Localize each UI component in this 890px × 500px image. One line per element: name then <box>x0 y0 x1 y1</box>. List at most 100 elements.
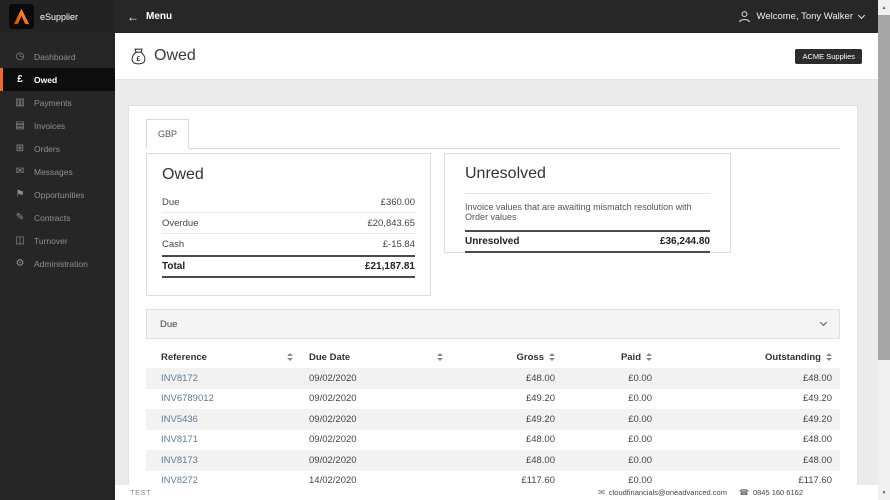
sidebar-item-label: Turnover <box>34 235 68 246</box>
content-card: GBP Owed Due £360.00 Overdue £20,843.65 … <box>128 105 858 485</box>
sidebar-item-messages[interactable]: ✉ Messages <box>0 160 115 183</box>
cell-paid: £0.00 <box>628 413 652 425</box>
cell-outstanding: £48.00 <box>802 372 832 384</box>
divider <box>465 193 710 194</box>
footer-contacts: ✉ cloudfinancials@oneadvanced.com ☎ 0845… <box>598 488 803 497</box>
sort-icon[interactable] <box>549 353 555 361</box>
sidebar-item-payments[interactable]: ▥ Payments <box>0 91 115 114</box>
payments-icon: ▥ <box>15 96 25 108</box>
sidebar-item-label: Invoices <box>34 120 66 131</box>
sidebar-item-dashboard[interactable]: ◷ Dashboard <box>0 45 115 68</box>
column-header-gross[interactable]: Gross <box>451 352 563 363</box>
phone-icon: ☎ <box>738 488 749 497</box>
content-area: GBP Owed Due £360.00 Overdue £20,843.65 … <box>115 80 878 485</box>
sidebar-item-label: Payments <box>34 97 72 108</box>
sort-icon[interactable] <box>437 353 443 361</box>
currency-tabs: GBP <box>146 119 840 149</box>
invoice-link[interactable]: INV8172 <box>161 373 198 384</box>
stat-label: Cash <box>162 239 185 250</box>
sidebar-item-invoices[interactable]: ▤ Invoices <box>0 114 115 137</box>
sort-icon[interactable] <box>287 353 293 361</box>
scroll-down-button[interactable]: ▼ <box>878 486 890 499</box>
footer: TEST ✉ cloudfinancials@oneadvanced.com ☎… <box>115 485 878 500</box>
user-menu[interactable]: Welcome, Tony Walker <box>738 10 878 23</box>
cell-outstanding: £117.60 <box>798 475 832 485</box>
cell-gross: £48.00 <box>525 372 555 384</box>
sidebar-item-owed[interactable]: £ Owed <box>0 68 115 91</box>
stat-value: £360.00 <box>380 196 415 208</box>
cell-gross: £48.00 <box>525 434 555 446</box>
table-row: INV8171 09/02/2020 £48.00 £0.00 £48.00 <box>146 430 840 451</box>
stat-label: Due <box>162 196 180 208</box>
stat-label: Overdue <box>162 217 199 229</box>
vertical-scrollbar[interactable]: ▲ ▼ <box>878 0 890 500</box>
column-header-due-date[interactable]: Due Date <box>301 352 451 363</box>
cell-gross: £117.60 <box>521 475 555 485</box>
cell-paid: £0.00 <box>628 475 652 485</box>
cell-due-date: 09/02/2020 <box>309 454 357 466</box>
cell-paid: £0.00 <box>628 393 652 405</box>
cell-reference: INV6789012 <box>146 393 301 404</box>
table-row: INV5436 09/02/2020 £49.20 £0.00 £49.20 <box>146 409 840 430</box>
sort-icon[interactable] <box>646 353 652 361</box>
due-table-body: INV8172 09/02/2020 £48.00 £0.00 £48.00 I… <box>146 368 840 485</box>
cell-due-date: 09/02/2020 <box>309 413 357 425</box>
sidebar-item-label: Dashboard <box>34 51 76 62</box>
owed-panel: Owed Due £360.00 Overdue £20,843.65 Cash… <box>146 153 431 296</box>
stat-value: £-15.84 <box>382 239 415 250</box>
turnover-icon: ◫ <box>15 234 25 246</box>
cell-paid: £0.00 <box>628 434 652 446</box>
app-name: eSupplier <box>40 11 79 22</box>
cell-due-date: 09/02/2020 <box>309 434 357 446</box>
cell-gross: £48.00 <box>525 454 555 466</box>
sidebar-item-orders[interactable]: ⊞ Orders <box>0 137 115 160</box>
menu-button[interactable]: ← Menu <box>127 11 172 23</box>
invoice-link[interactable]: INV5436 <box>161 414 198 425</box>
invoice-link[interactable]: INV8171 <box>161 434 198 445</box>
table-row: INV8173 09/02/2020 £48.00 £0.00 £48.00 <box>146 450 840 471</box>
sidebar-item-contracts[interactable]: ✎ Contracts <box>0 206 115 229</box>
due-section-header[interactable]: Due <box>146 309 840 339</box>
due-table: Reference Due Date Gross Paid Outstandin… <box>146 346 840 485</box>
top-bar: eSupplier ← Menu Welcome, Tony Walker <box>0 0 878 33</box>
cell-outstanding: £48.00 <box>802 434 832 446</box>
invoice-link[interactable]: INV8272 <box>161 475 198 485</box>
chevron-down-icon[interactable] <box>819 318 828 327</box>
svg-text:£: £ <box>137 55 141 62</box>
dashboard-icon: ◷ <box>15 50 25 62</box>
cell-reference: INV5436 <box>146 414 301 425</box>
owed-stat-rows: Due £360.00 Overdue £20,843.65 Cash £-15… <box>162 192 415 255</box>
column-header-paid[interactable]: Paid <box>563 352 660 363</box>
unresolved-value: £36,244.80 <box>659 236 710 247</box>
footer-email-link[interactable]: ✉ cloudfinancials@oneadvanced.com <box>598 488 727 497</box>
owed-total-row: Total £21,187.81 <box>162 255 415 278</box>
invoice-link[interactable]: INV6789012 <box>161 393 214 404</box>
scroll-up-button[interactable]: ▲ <box>878 1 890 14</box>
sidebar-item-label: Administration <box>34 258 88 269</box>
owed-icon: £ <box>17 73 23 85</box>
logo-a-icon <box>13 8 30 25</box>
column-header-outstanding[interactable]: Outstanding <box>660 352 840 363</box>
cell-outstanding: £49.20 <box>802 413 832 425</box>
column-header-reference[interactable]: Reference <box>146 352 301 363</box>
sidebar-item-opportunities[interactable]: ⚑ Opportunities <box>0 183 115 206</box>
sidebar-item-turnover[interactable]: ◫ Turnover <box>0 229 115 252</box>
sidebar-item-label: Opportunities <box>34 189 85 200</box>
sidebar-item-label: Owed <box>34 74 58 85</box>
sort-icon[interactable] <box>826 353 832 361</box>
scrollbar-thumb[interactable] <box>878 15 890 360</box>
invoice-link[interactable]: INV8173 <box>161 455 198 466</box>
contracts-icon: ✎ <box>15 211 25 223</box>
sidebar-item-administration[interactable]: ⚙ Administration <box>0 252 115 275</box>
footer-phone-link[interactable]: ☎ 0845 160 6162 <box>739 488 803 497</box>
stat-row: Overdue £20,843.65 <box>162 213 415 234</box>
owed-panel-title: Owed <box>162 166 204 183</box>
orders-icon: ⊞ <box>15 142 25 154</box>
stat-value: £20,843.65 <box>367 217 415 229</box>
company-badge: ACME Supplies <box>795 48 862 64</box>
cell-outstanding: £48.00 <box>802 454 832 466</box>
money-bag-icon: £ <box>131 48 146 64</box>
tab-gbp[interactable]: GBP <box>146 119 190 149</box>
back-arrow-icon: ← <box>127 9 139 24</box>
person-icon <box>738 11 750 23</box>
